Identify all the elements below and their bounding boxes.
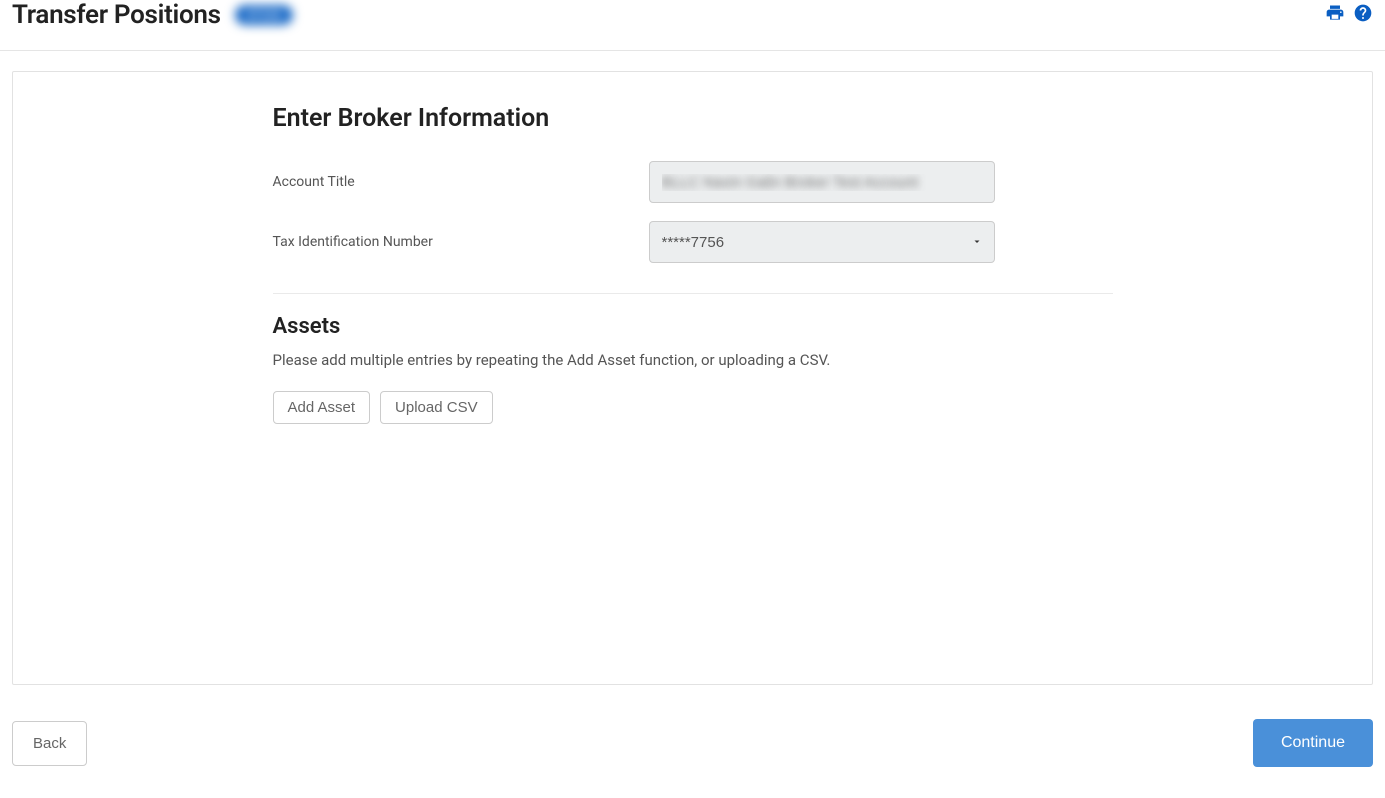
panel-inner: Enter Broker Information Account Title T… xyxy=(143,104,1243,424)
account-title-label: Account Title xyxy=(273,174,649,190)
account-title-input[interactable] xyxy=(649,161,995,203)
footer-bar: Back Continue xyxy=(0,685,1385,775)
broker-info-heading: Enter Broker Information xyxy=(143,104,1243,133)
continue-button[interactable]: Continue xyxy=(1253,719,1373,767)
section-divider xyxy=(273,293,1113,294)
page-title: Transfer Positions xyxy=(12,0,221,30)
main-panel: Enter Broker Information Account Title T… xyxy=(12,71,1373,685)
assets-heading: Assets xyxy=(143,314,1243,339)
account-title-row: Account Title xyxy=(143,161,1243,203)
header-left: Transfer Positions #7226 xyxy=(12,0,293,30)
page-header: Transfer Positions #7226 xyxy=(0,0,1385,51)
header-right xyxy=(1325,3,1373,27)
back-button[interactable]: Back xyxy=(12,721,87,766)
upload-csv-button[interactable]: Upload CSV xyxy=(380,391,493,424)
add-asset-button[interactable]: Add Asset xyxy=(273,391,371,424)
title-badge: #7226 xyxy=(235,5,293,25)
tax-id-row: Tax Identification Number *****7756 xyxy=(143,221,1243,263)
help-icon[interactable] xyxy=(1353,3,1373,27)
tax-id-select[interactable]: *****7756 xyxy=(649,221,995,263)
print-icon[interactable] xyxy=(1325,3,1345,27)
tax-id-select-wrap: *****7756 xyxy=(649,221,995,263)
assets-description: Please add multiple entries by repeating… xyxy=(143,351,1243,369)
tax-id-label: Tax Identification Number xyxy=(273,234,649,250)
asset-buttons-row: Add Asset Upload CSV xyxy=(143,391,1243,424)
